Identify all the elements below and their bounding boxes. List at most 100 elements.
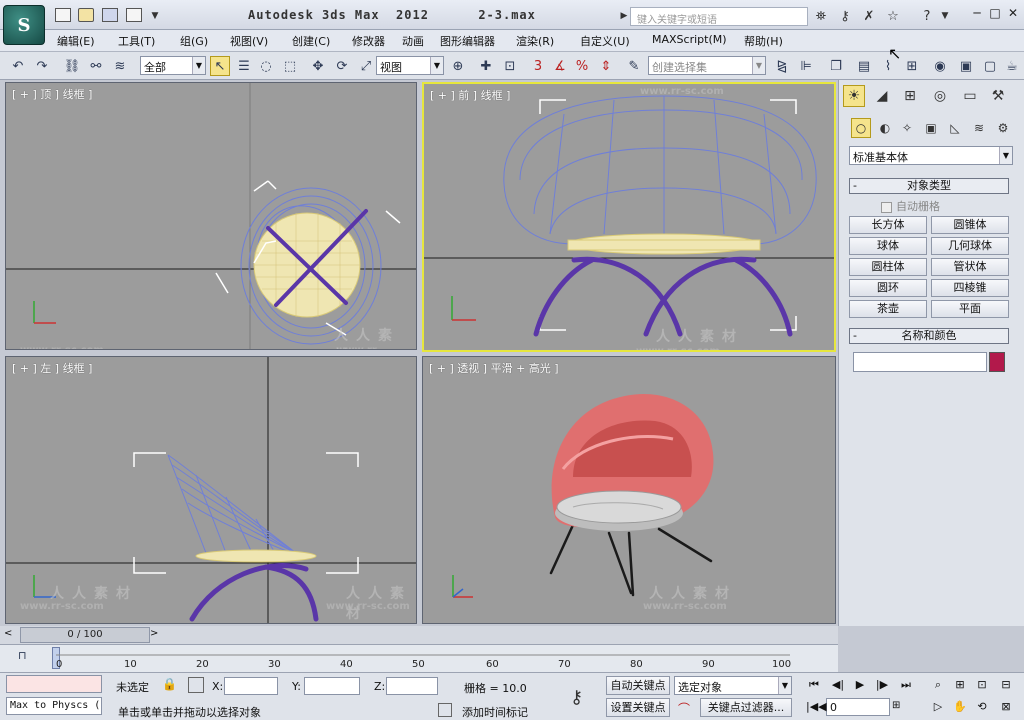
link-icon[interactable]: ⛓ bbox=[62, 56, 82, 76]
next-key-icon[interactable]: |▶ bbox=[872, 676, 892, 694]
select-move-icon[interactable]: ✥ bbox=[308, 56, 328, 76]
viewport-top[interactable]: [ + ] 顶 ] 线框 ] 人人素材 www.rr-sc.com www.rr… bbox=[5, 82, 417, 350]
cameras-icon[interactable]: ▣ bbox=[921, 118, 941, 138]
spinner-snap-icon[interactable]: ⇕ bbox=[596, 56, 616, 76]
torus-button[interactable]: 圆环 bbox=[849, 279, 927, 297]
geometry-icon[interactable]: ○ bbox=[851, 118, 871, 138]
select-object-icon[interactable]: ↖ bbox=[210, 56, 230, 76]
zoom-extents-all-icon[interactable]: ⊟ bbox=[996, 676, 1016, 694]
percent-snap-icon[interactable]: % bbox=[572, 56, 592, 76]
new-file-icon[interactable] bbox=[55, 8, 71, 22]
layer-manager-icon[interactable]: ❐ bbox=[826, 56, 846, 76]
material-editor-icon[interactable]: ◉ bbox=[930, 56, 950, 76]
menu-tools[interactable]: 工具(T) bbox=[118, 33, 155, 49]
select-manipulate-icon[interactable]: ✚ bbox=[476, 56, 496, 76]
plane-button[interactable]: 平面 bbox=[931, 300, 1009, 318]
zoom-all-icon[interactable]: ⊞ bbox=[950, 676, 970, 694]
help-icon[interactable]: ? bbox=[918, 7, 936, 25]
modify-tab-icon[interactable]: ◢ bbox=[871, 85, 893, 107]
maxscript-listener-input[interactable]: Max to Physcs ( bbox=[6, 697, 102, 715]
space-warps-icon[interactable]: ≋ bbox=[969, 118, 989, 138]
maxscript-listener-top[interactable] bbox=[6, 675, 102, 693]
prev-frame-icon[interactable]: < bbox=[4, 628, 12, 639]
lights-icon[interactable]: ✧ bbox=[897, 118, 917, 138]
sphere-button[interactable]: 球体 bbox=[849, 237, 927, 255]
y-coord-input[interactable] bbox=[304, 677, 360, 695]
maximize-viewport-icon[interactable]: ⊠ bbox=[996, 698, 1016, 716]
display-tab-icon[interactable]: ▭ bbox=[959, 85, 981, 107]
cylinder-button[interactable]: 圆柱体 bbox=[849, 258, 927, 276]
viewport-front-label[interactable]: [ + ] 前 ] 线框 ] bbox=[430, 87, 510, 103]
auto-grid-checkbox[interactable]: 自动栅格 bbox=[881, 198, 940, 214]
select-scale-icon[interactable]: ⤢ bbox=[356, 56, 376, 76]
menu-modifiers[interactable]: 修改器 bbox=[352, 33, 385, 49]
object-type-rollout[interactable]: - 对象类型 bbox=[849, 178, 1009, 194]
snaps-toggle-icon[interactable]: 3 bbox=[528, 56, 548, 76]
keyboard-shortcut-icon[interactable]: ⊡ bbox=[500, 56, 520, 76]
object-name-input[interactable] bbox=[853, 352, 987, 372]
key-mode-dropdown[interactable]: 选定对象 ▼ bbox=[674, 676, 792, 695]
prev-key-icon[interactable]: ◀| bbox=[828, 676, 848, 694]
tube-button[interactable]: 管状体 bbox=[931, 258, 1009, 276]
pyramid-button[interactable]: 四棱锥 bbox=[931, 279, 1009, 297]
subscription-key-icon[interactable]: ⚷ bbox=[836, 7, 854, 25]
time-slider[interactable]: 0 / 100 bbox=[20, 627, 150, 643]
mirror-icon[interactable]: ⧎ bbox=[772, 56, 792, 76]
help-dropdown-icon[interactable]: ▼ bbox=[936, 7, 954, 25]
time-tag-icon[interactable] bbox=[438, 703, 452, 717]
binoculars-icon[interactable]: ⛯ bbox=[812, 7, 830, 25]
motion-tab-icon[interactable]: ◎ bbox=[929, 85, 951, 107]
viewport-perspective-label[interactable]: [ + ] 透视 ] 平滑 + 高光 ] bbox=[429, 360, 559, 376]
lock-icon[interactable]: 🔒 bbox=[162, 677, 177, 691]
menu-graph-editors[interactable]: 图形编辑器 bbox=[440, 33, 495, 49]
set-key-mode-icon[interactable]: ⚷ bbox=[570, 687, 583, 708]
set-key-button[interactable]: 设置关键点 bbox=[606, 698, 670, 717]
geosphere-button[interactable]: 几何球体 bbox=[931, 237, 1009, 255]
selection-region-icon[interactable]: ◌ bbox=[256, 56, 276, 76]
communication-icon[interactable]: ✗ bbox=[860, 7, 878, 25]
minimize-button[interactable]: ─ bbox=[970, 6, 984, 22]
field-of-view-icon[interactable]: ▷ bbox=[928, 698, 948, 716]
z-coord-input[interactable] bbox=[386, 677, 438, 695]
goto-end-icon[interactable]: ⏭ bbox=[896, 676, 916, 694]
category-dropdown[interactable]: 标准基本体 ▼ bbox=[849, 146, 1013, 165]
menu-help[interactable]: 帮助(H) bbox=[744, 33, 783, 49]
reference-coord-dropdown[interactable]: 视图 ▼ bbox=[376, 56, 444, 75]
app-logo-icon[interactable]: S bbox=[3, 5, 45, 45]
menu-maxscript[interactable]: MAXScript(M) bbox=[652, 33, 727, 46]
next-frame-icon[interactable]: > bbox=[150, 628, 158, 639]
viewport-left[interactable]: [ + ] 左 ] 线框 ] 人人素材 人人素材 www.rr-sc.com w… bbox=[5, 356, 417, 624]
viewport-left-label[interactable]: [ + ] 左 ] 线框 ] bbox=[12, 360, 92, 376]
viewport-top-label[interactable]: [ + ] 顶 ] 线框 ] bbox=[12, 86, 92, 102]
current-frame-input[interactable]: 0 bbox=[826, 698, 890, 716]
auto-key-button[interactable]: 自动关键点 bbox=[606, 676, 670, 695]
redo-icon[interactable]: ↷ bbox=[32, 56, 52, 76]
render-setup-icon[interactable]: ▣ bbox=[956, 56, 976, 76]
save-icon[interactable] bbox=[102, 8, 118, 22]
zoom-icon[interactable]: ⌕ bbox=[928, 676, 948, 694]
chevron-down-icon[interactable]: ▼ bbox=[146, 7, 164, 25]
align-icon[interactable]: ⊫ bbox=[796, 56, 816, 76]
systems-icon[interactable]: ⚙ bbox=[993, 118, 1013, 138]
favorites-star-icon[interactable]: ☆ bbox=[884, 7, 902, 25]
edit-named-selection-icon[interactable]: ✎ bbox=[624, 56, 644, 76]
create-tab-icon[interactable]: ☀ bbox=[843, 85, 865, 107]
add-time-tag[interactable]: 添加时间标记 bbox=[462, 704, 528, 720]
restore-button[interactable]: □ bbox=[988, 6, 1002, 22]
bind-space-warp-icon[interactable]: ≋ bbox=[110, 56, 130, 76]
goto-start-icon[interactable]: ⏮ bbox=[804, 676, 824, 694]
shapes-icon[interactable]: ◐ bbox=[875, 118, 895, 138]
graphite-tools-icon[interactable]: ▤ bbox=[854, 56, 874, 76]
menu-group[interactable]: 组(G) bbox=[180, 33, 208, 49]
selection-filter-dropdown[interactable]: 全部 ▼ bbox=[140, 56, 206, 75]
schematic-view-icon[interactable]: ⊞ bbox=[902, 56, 922, 76]
key-mode-toggle-icon[interactable]: |◀◀ bbox=[806, 700, 827, 713]
open-file-icon[interactable] bbox=[78, 8, 94, 22]
teapot-button[interactable]: 茶壶 bbox=[849, 300, 927, 318]
close-button[interactable]: ✕ bbox=[1006, 6, 1020, 22]
render-production-icon[interactable]: ☕ bbox=[1002, 56, 1022, 76]
utilities-tab-icon[interactable]: ⚒ bbox=[987, 85, 1009, 107]
zoom-extents-icon[interactable]: ⊡ bbox=[972, 676, 992, 694]
cone-button[interactable]: 圆锥体 bbox=[931, 216, 1009, 234]
menu-animation[interactable]: 动画 bbox=[402, 33, 424, 49]
